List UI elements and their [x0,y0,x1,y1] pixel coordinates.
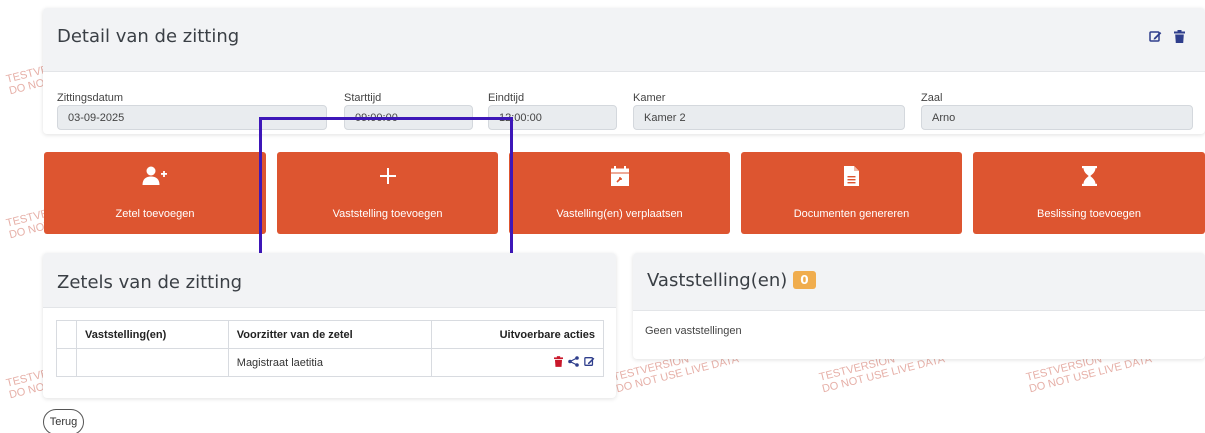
share-icon[interactable] [568,355,579,370]
table-cell-chair: Magistraat laetitia [227,348,433,377]
page-title: Detail van de zitting [57,26,240,47]
table-cell-findings [75,348,229,377]
add-decision-button[interactable]: Beslissing toevoegen [973,152,1205,234]
add-decision-label: Beslissing toevoegen [1037,208,1141,220]
session-date-field: 03-09-2025 [57,105,327,130]
plus-icon [378,166,398,191]
seats-card: Zetels van de zitting Vaststelling(en) V… [43,253,616,398]
move-findings-button[interactable]: Vastelling(en) verplaatsen [509,152,730,234]
calendar-move-icon [610,166,629,191]
table-cell-actions [431,348,604,377]
room-label: Zaal [921,92,943,104]
table-header-row: Vaststelling(en) Voorzitter van de zetel… [56,320,604,349]
trash-icon[interactable] [554,355,563,370]
session-detail-card: Detail van de zitting Zittingsdatum 03-0… [43,8,1205,134]
back-button[interactable]: Terug [43,409,84,433]
document-icon [844,166,859,191]
add-finding-button[interactable]: Vaststelling toevoegen [277,152,498,234]
column-header-actions: Uitvoerbare acties [431,320,604,349]
column-header-chair: Voorzitter van de zetel [227,320,433,349]
seats-title: Zetels van de zitting [57,272,243,293]
seats-header: Zetels van de zitting [43,253,616,308]
start-time-label: Starttijd [344,92,382,104]
edit-icon[interactable] [584,356,595,370]
add-seat-button[interactable]: Zetel toevoegen [44,152,266,234]
session-detail-header: Detail van de zitting [43,8,1205,72]
table-row: Magistraat laetitia [56,348,604,377]
findings-count-badge: 0 [793,271,816,289]
findings-title-text: Vaststelling(en) [647,270,788,291]
findings-empty-text: Geen vaststellingen [645,325,742,337]
room-field: Arno [921,105,1193,130]
user-plus-icon [142,166,168,191]
table-cell-select [56,348,77,377]
column-header-findings: Vaststelling(en) [75,320,229,349]
end-time-field: 12:00:00 [488,105,617,130]
chamber-field: Kamer 2 [633,105,905,130]
end-time-label: Eindtijd [488,92,525,104]
session-date-label: Zittingsdatum [57,92,124,104]
add-finding-label: Vaststelling toevoegen [332,208,443,220]
edit-icon[interactable] [1149,30,1162,43]
chamber-label: Kamer [633,92,666,104]
add-seat-label: Zetel toevoegen [115,208,195,220]
start-time-field: 09:00:00 [344,105,473,130]
findings-card: Vaststelling(en) 0 Geen vaststellingen [633,253,1205,359]
generate-documents-label: Documenten genereren [793,208,910,220]
findings-header: Vaststelling(en) 0 [633,253,1205,311]
findings-title: Vaststelling(en) 0 [647,270,816,291]
seats-table: Vaststelling(en) Voorzitter van de zetel… [56,320,604,377]
table-header-spacer [56,320,77,349]
move-findings-label: Vastelling(en) verplaatsen [556,208,683,220]
trash-icon[interactable] [1174,30,1185,43]
hourglass-icon [1081,166,1097,191]
generate-documents-button[interactable]: Documenten genereren [741,152,962,234]
